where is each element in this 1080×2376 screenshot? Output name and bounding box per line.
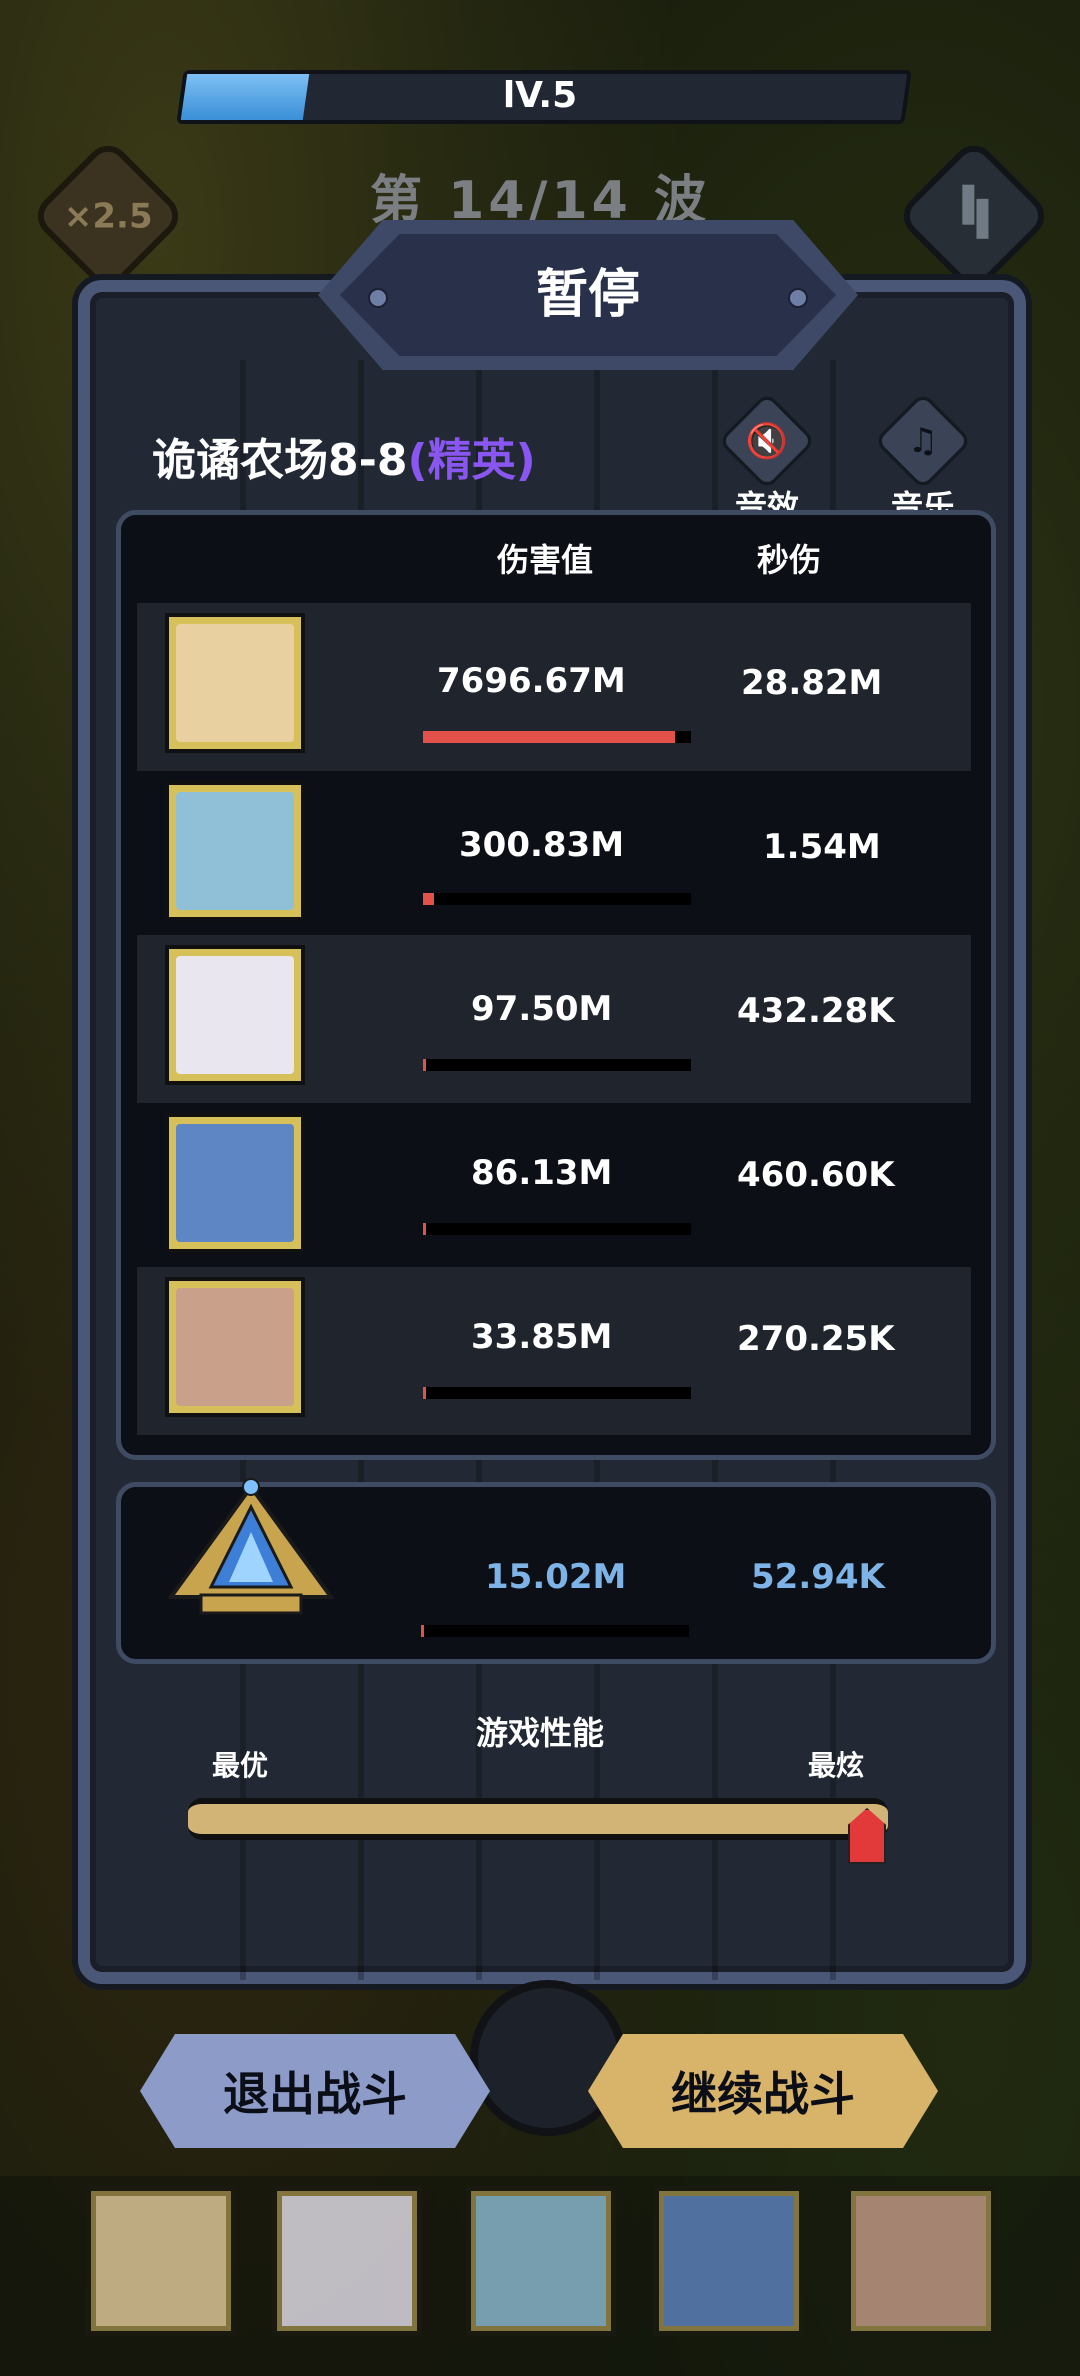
pause-dialog: 暂停 诡谲农场8-8(精英) 🔇 音效 ♫ 音乐 伤害值 秒伤 7696.67M… (48, 220, 1032, 1984)
exit-battle-button[interactable]: 退出战斗 (140, 2034, 490, 2148)
performance-title: 游戏性能 (475, 1714, 604, 1752)
music-toggle[interactable]: ♫ 音乐 (868, 391, 978, 528)
roster-hero-card[interactable] (466, 2186, 616, 2336)
summon-dps: 52.94K (751, 1557, 885, 1597)
summon-share-fill (421, 1625, 424, 1637)
roster-hero-card[interactable] (86, 2186, 236, 2336)
hero-face (176, 1288, 294, 1406)
hero-face (176, 1124, 294, 1242)
hero-damage: 97.50M (471, 989, 613, 1029)
hero-damage: 33.85M (471, 1317, 613, 1357)
hero-face (476, 2196, 606, 2326)
sound-muted-icon: 🔇 (717, 391, 817, 491)
summon-damage: 15.02M (485, 1557, 627, 1597)
hero-row: 7696.67M 28.82M (137, 603, 971, 771)
damage-share-bar (423, 1059, 691, 1071)
performance-best-label: 最优 (212, 1749, 269, 1782)
level-label: lV.5 (502, 75, 578, 116)
hero-face (856, 2196, 986, 2326)
hero-portrait (165, 781, 305, 921)
continue-battle-button[interactable]: 继续战斗 (588, 2034, 938, 2148)
hero-row: 97.50M 432.28K (137, 935, 971, 1103)
roster-hero-card[interactable] (272, 2186, 422, 2336)
hero-face (176, 956, 294, 1074)
hero-face (664, 2196, 794, 2326)
damage-share-bar (423, 1387, 691, 1399)
damage-share-bar (423, 1223, 691, 1235)
hero-face (282, 2196, 412, 2326)
hero-dps: 460.60K (737, 1155, 895, 1195)
dialog-title: 暂停 (535, 265, 640, 325)
roster-hero-card[interactable] (654, 2186, 804, 2336)
roster-hero-card[interactable] (846, 2186, 996, 2336)
damage-share-bar (423, 731, 691, 743)
hero-face (176, 624, 294, 742)
hero-portrait (165, 613, 305, 753)
crystal-pyramid-icon (167, 1478, 335, 1615)
hero-dps: 1.54M (763, 827, 881, 867)
hero-dps: 28.82M (741, 663, 883, 703)
hero-portrait (165, 945, 305, 1085)
music-muted-icon: ♫ (873, 391, 973, 491)
sound-effects-toggle[interactable]: 🔇 音效 (712, 391, 822, 528)
damage-share-bar (423, 893, 691, 905)
hero-face (96, 2196, 226, 2326)
hero-portrait (165, 1113, 305, 1253)
hero-row: 86.13M 460.60K (137, 1103, 971, 1271)
hero-damage: 7696.67M (437, 661, 626, 701)
hero-portrait (165, 1277, 305, 1417)
hero-row: 33.85M 270.25K (137, 1267, 971, 1435)
hero-row: 300.83M 1.54M (137, 771, 971, 939)
summon-stats-row: 15.02M 52.94K (116, 1478, 996, 1664)
damage-header: 伤害值 (497, 541, 594, 579)
summon-share-bar (421, 1625, 689, 1637)
damage-share-fill (423, 1223, 427, 1235)
damage-share-fill (423, 1387, 427, 1399)
hero-damage: 300.83M (459, 825, 625, 865)
hero-dps: 432.28K (737, 991, 895, 1031)
stage-name: 诡谲农场8-8(精英) (152, 424, 536, 488)
damage-share-fill (423, 893, 434, 905)
damage-share-fill (423, 1059, 427, 1071)
performance-flashy-label: 最炫 (808, 1749, 865, 1782)
damage-share-fill (423, 731, 675, 743)
stage-name-text: 诡谲农场8-8 (152, 435, 408, 486)
hero-dps: 270.25K (737, 1319, 895, 1359)
dps-header: 秒伤 (757, 541, 822, 579)
hero-damage: 86.13M (471, 1153, 613, 1193)
damage-stats-table: 伤害值 秒伤 7696.67M 28.82M 300.83M 1.54M 97.… (116, 510, 996, 1460)
performance-slider[interactable] (188, 1798, 888, 1840)
hero-face (176, 792, 294, 910)
stage-elite-tag: (精英) (407, 435, 536, 486)
